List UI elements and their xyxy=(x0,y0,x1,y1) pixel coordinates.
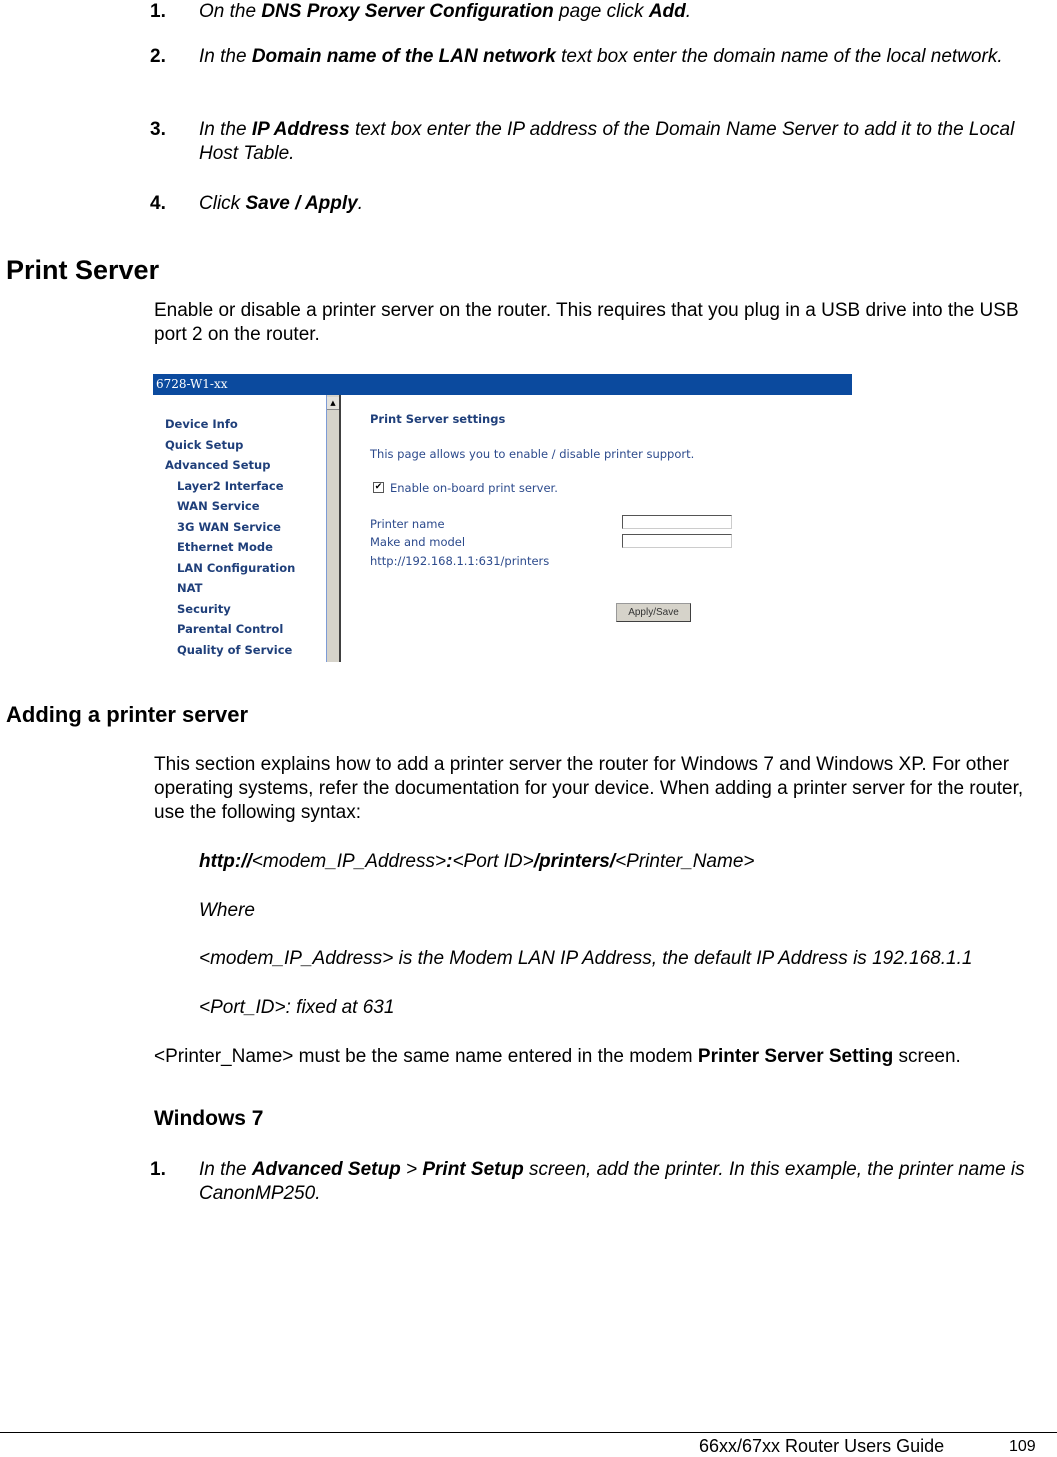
step-text: In the Advanced Setup > Print Setup scre… xyxy=(199,1158,1029,1206)
adding-printer-server-heading: Adding a printer server xyxy=(6,702,249,727)
step-number: 2. xyxy=(150,46,166,67)
text-run: In the xyxy=(199,1159,252,1180)
router-header: 6728-W1-xx xyxy=(153,374,852,395)
settings-description: This page allows you to enable / disable… xyxy=(370,447,695,461)
nav-item-ethernet-mode[interactable]: Ethernet Mode xyxy=(177,540,273,554)
nav-item-security[interactable]: Security xyxy=(177,602,231,616)
nav-item-parental-control[interactable]: Parental Control xyxy=(177,622,283,636)
nav-item-nat[interactable]: NAT xyxy=(177,581,202,595)
bold-text: /printers/ xyxy=(533,851,616,872)
nav-item-device-info[interactable]: Device Info xyxy=(165,417,238,431)
print-server-heading: Print Server xyxy=(6,255,160,285)
text-run: page click xyxy=(553,1,649,22)
windows7-heading: Windows 7 xyxy=(154,1107,264,1130)
text-run: . xyxy=(685,1,692,22)
port-id-note: <Port_ID>: fixed at 631 xyxy=(199,997,395,1018)
text-run: In the xyxy=(199,46,252,67)
nav-item-quick-setup[interactable]: Quick Setup xyxy=(165,438,243,452)
nav-item-layer2-interface[interactable]: Layer2 Interface xyxy=(177,479,284,493)
printer-name-label: Printer name xyxy=(370,517,445,531)
syntax-line: http://<modem_IP_Address>:<Port ID>/prin… xyxy=(199,850,1054,874)
text-run: <Printer_Name> must be the same name ent… xyxy=(154,1046,698,1067)
bold-text: http:// xyxy=(199,851,252,872)
adding-intro-paragraph: This section explains how to add a print… xyxy=(154,754,1024,823)
nav-item-wan-service[interactable]: WAN Service xyxy=(177,499,260,513)
print-server-settings-panel: Print Server settings This page allows y… xyxy=(370,395,850,662)
printers-url[interactable]: http://192.168.1.1:631/printers xyxy=(370,554,549,568)
step-text: In the IP Address text box enter the IP … xyxy=(199,118,1049,166)
make-model-label: Make and model xyxy=(370,535,466,549)
step-number: 3. xyxy=(150,119,166,140)
bold-text: Save / Apply xyxy=(245,193,358,214)
scroll-up-icon[interactable]: ▲ xyxy=(327,397,339,410)
bold-text: DNS Proxy Server Configuration xyxy=(261,1,554,22)
footer-divider xyxy=(0,1432,1057,1433)
ip-address-note: <modem_IP_Address> is the Modem LAN IP A… xyxy=(199,948,973,969)
step-text: Click Save / Apply. xyxy=(199,192,1049,216)
make-model-input[interactable] xyxy=(622,534,732,548)
enable-print-server-label: Enable on-board print server. xyxy=(390,481,558,495)
bold-text: Advanced Setup xyxy=(251,1159,401,1180)
text-run: In the xyxy=(199,119,252,140)
text-run: <modem_IP_Address> xyxy=(251,851,447,872)
text-run: On the xyxy=(199,1,262,22)
text-run: > xyxy=(400,1159,423,1180)
router-ui-screenshot: 6728-W1-xx Device Info Quick Setup Advan… xyxy=(153,374,852,662)
bold-text: Printer Server Setting xyxy=(697,1046,894,1067)
bold-text: Domain name of the LAN network xyxy=(251,46,556,67)
where-label: Where xyxy=(199,900,255,921)
bold-text: IP Address xyxy=(251,119,350,140)
printer-name-input[interactable] xyxy=(622,515,732,529)
bold-text: Add xyxy=(648,1,686,22)
nav-item-lan-configuration[interactable]: LAN Configuration xyxy=(177,561,295,575)
step-text: On the DNS Proxy Server Configuration pa… xyxy=(199,0,1049,24)
footer-page-number: 109 xyxy=(1009,1438,1036,1455)
step-number: 1. xyxy=(150,1159,166,1180)
text-run: screen. xyxy=(893,1046,961,1067)
text-run: text box enter the domain name of the lo… xyxy=(555,46,1003,67)
apply-save-button[interactable]: Apply/Save xyxy=(616,603,691,622)
text-run: . xyxy=(357,193,364,214)
text-run: <Printer_Name> xyxy=(615,851,755,872)
text-run: <Port ID> xyxy=(452,851,534,872)
nav-item-quality-of-service[interactable]: Quality of Service xyxy=(177,643,292,657)
nav-item-advanced-setup[interactable]: Advanced Setup xyxy=(165,458,270,472)
enable-print-server-checkbox[interactable]: ✔ xyxy=(373,482,384,493)
step-number: 1. xyxy=(150,1,166,22)
bold-text: Print Setup xyxy=(422,1159,524,1180)
printer-name-note: <Printer_Name> must be the same name ent… xyxy=(154,1045,1049,1069)
router-nav: Device Info Quick Setup Advanced Setup L… xyxy=(153,395,325,662)
settings-title: Print Server settings xyxy=(370,412,506,426)
step-number: 4. xyxy=(150,193,166,214)
step-text: In the Domain name of the LAN network te… xyxy=(199,45,1049,69)
text-run: Click xyxy=(199,193,246,214)
nav-scrollbar[interactable]: ▲ xyxy=(326,395,341,662)
nav-item-3g-wan-service[interactable]: 3G WAN Service xyxy=(177,520,281,534)
print-server-intro: Enable or disable a printer server on th… xyxy=(154,300,1019,345)
